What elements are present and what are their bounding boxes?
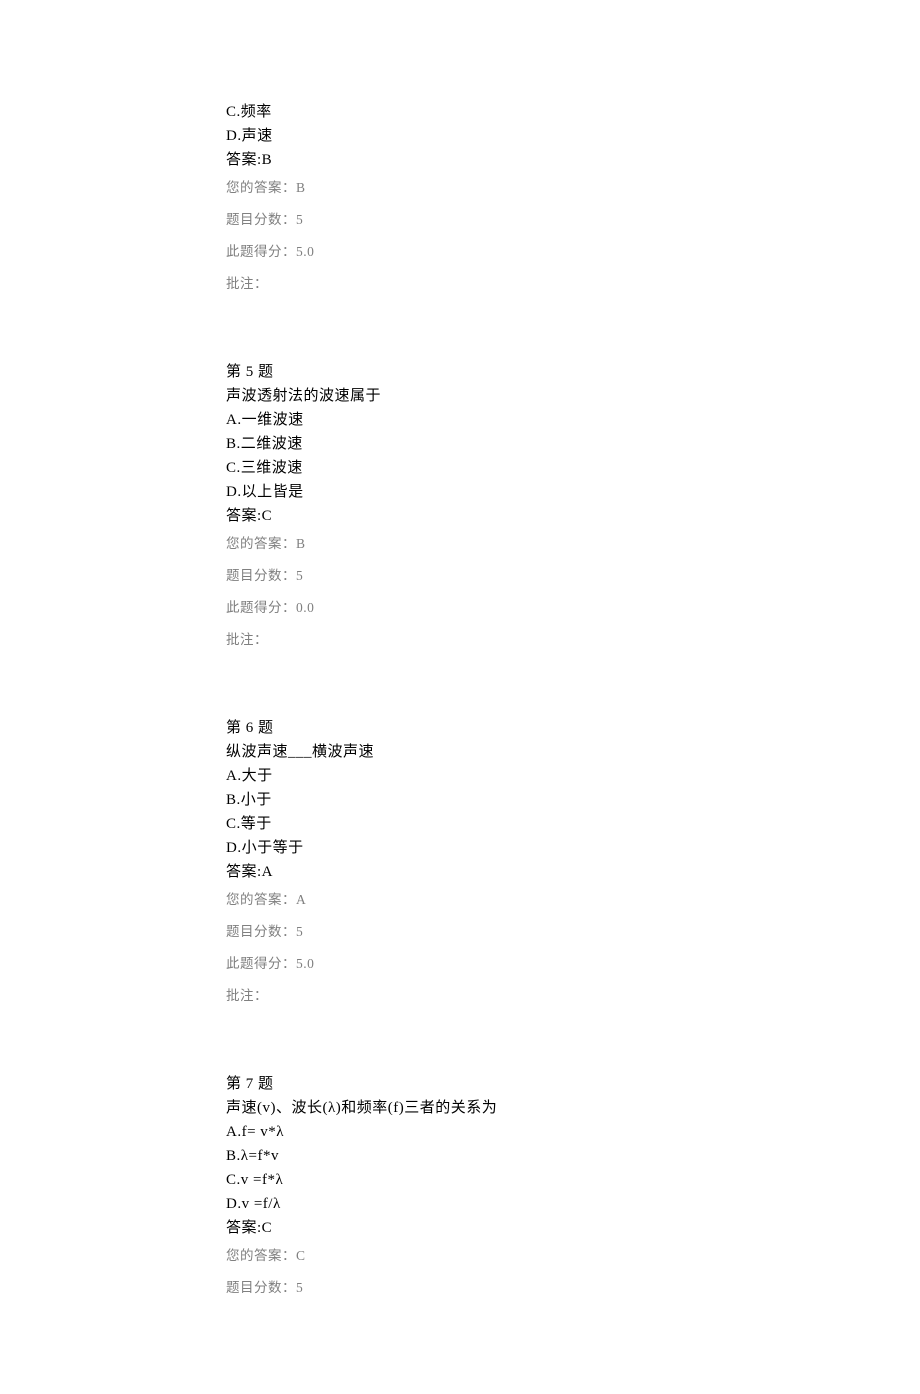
question-points: 题目分数：5: [226, 916, 920, 948]
option-c: C.频率: [226, 100, 920, 124]
user-answer: 您的答案：C: [226, 1240, 920, 1272]
question-score: 此题得分：5.0: [226, 236, 920, 268]
correct-answer: 答案:B: [226, 148, 920, 172]
question-6: 第 6 题 纵波声速___横波声速 A.大于 B.小于 C.等于 D.小于等于 …: [226, 716, 920, 1012]
note: 批注：: [226, 980, 920, 1012]
option-a: A.一维波速: [226, 408, 920, 432]
option-d: D.v =f/λ: [226, 1192, 920, 1216]
question-points: 题目分数：5: [226, 560, 920, 592]
note: 批注：: [226, 624, 920, 656]
option-c: C.三维波速: [226, 456, 920, 480]
user-answer: 您的答案：A: [226, 884, 920, 916]
option-a: A.f= v*λ: [226, 1120, 920, 1144]
correct-answer: 答案:A: [226, 860, 920, 884]
user-answer: 您的答案：B: [226, 528, 920, 560]
question-4-partial: C.频率 D.声速 答案:B 您的答案：B 题目分数：5 此题得分：5.0 批注…: [226, 100, 920, 300]
question-points: 题目分数：5: [226, 204, 920, 236]
option-c: C.等于: [226, 812, 920, 836]
question-number: 第 5 题: [226, 360, 920, 384]
option-c: C.v =f*λ: [226, 1168, 920, 1192]
question-score: 此题得分：0.0: [226, 592, 920, 624]
correct-answer: 答案:C: [226, 504, 920, 528]
note: 批注：: [226, 268, 920, 300]
spacer: [226, 686, 920, 716]
spacer: [226, 1042, 920, 1072]
spacer: [226, 330, 920, 360]
question-stem: 声速(v)、波长(λ)和频率(f)三者的关系为: [226, 1096, 920, 1120]
correct-answer: 答案:C: [226, 1216, 920, 1240]
question-score: 此题得分：5.0: [226, 948, 920, 980]
option-b: B.小于: [226, 788, 920, 812]
option-b: B.λ=f*v: [226, 1144, 920, 1168]
question-7: 第 7 题 声速(v)、波长(λ)和频率(f)三者的关系为 A.f= v*λ B…: [226, 1072, 920, 1304]
question-5: 第 5 题 声波透射法的波速属于 A.一维波速 B.二维波速 C.三维波速 D.…: [226, 360, 920, 656]
question-number: 第 6 题: [226, 716, 920, 740]
question-stem: 纵波声速___横波声速: [226, 740, 920, 764]
question-points: 题目分数：5: [226, 1272, 920, 1304]
question-stem: 声波透射法的波速属于: [226, 384, 920, 408]
option-d: D.小于等于: [226, 836, 920, 860]
option-d: D.声速: [226, 124, 920, 148]
option-d: D.以上皆是: [226, 480, 920, 504]
user-answer: 您的答案：B: [226, 172, 920, 204]
question-number: 第 7 题: [226, 1072, 920, 1096]
option-a: A.大于: [226, 764, 920, 788]
option-b: B.二维波速: [226, 432, 920, 456]
